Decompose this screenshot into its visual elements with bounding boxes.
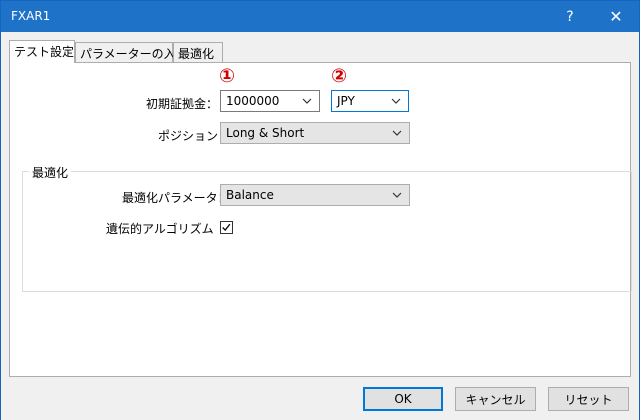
optimization-parameter-select[interactable]: Balance [220,184,410,206]
reset-button[interactable]: リセット [548,387,629,411]
initial-deposit-label: 初期証拠金： [146,97,219,111]
marker-2: ② [331,65,348,87]
genetic-algorithm-label: 遺伝的アルゴリズム [106,222,214,236]
optimization-parameter-label: 最適化パラメータ： [122,191,230,205]
genetic-algorithm-checkbox[interactable] [220,221,233,234]
currency-value: JPY [337,94,355,108]
tab-test-settings[interactable]: テスト設定 [9,40,75,63]
tab-parameter-input[interactable]: パラメーターの入力 [75,42,188,62]
chevron-down-icon [392,192,402,198]
tab-optimization[interactable]: 最適化 [173,42,223,62]
chevron-down-icon [302,98,312,104]
window-title: FXAR1 [11,9,51,23]
title-bar: FXAR1 ? ✕ [1,1,639,32]
position-value: Long & Short [226,126,305,140]
checkmark-icon [222,223,231,231]
position-select[interactable]: Long & Short [220,122,410,144]
initial-deposit-combo[interactable]: 1000000 [220,90,320,112]
close-button[interactable]: ✕ [593,1,639,32]
ok-button[interactable]: OK [363,387,443,411]
chevron-down-icon [392,130,402,136]
help-button[interactable]: ? [547,1,593,32]
optimization-parameter-value: Balance [226,188,274,202]
chevron-down-icon [391,98,401,104]
dialog-window: FXAR1 ? ✕ テスト設定 パラメーターの入力 最適化 ① ② 初期証拠金：… [0,0,640,420]
cancel-button[interactable]: キャンセル [455,387,536,411]
button-footer [1,377,639,420]
currency-combo[interactable]: JPY [331,90,409,112]
initial-deposit-value: 1000000 [226,94,280,108]
optimization-group-title: 最適化 [29,164,72,181]
marker-1: ① [219,65,236,87]
